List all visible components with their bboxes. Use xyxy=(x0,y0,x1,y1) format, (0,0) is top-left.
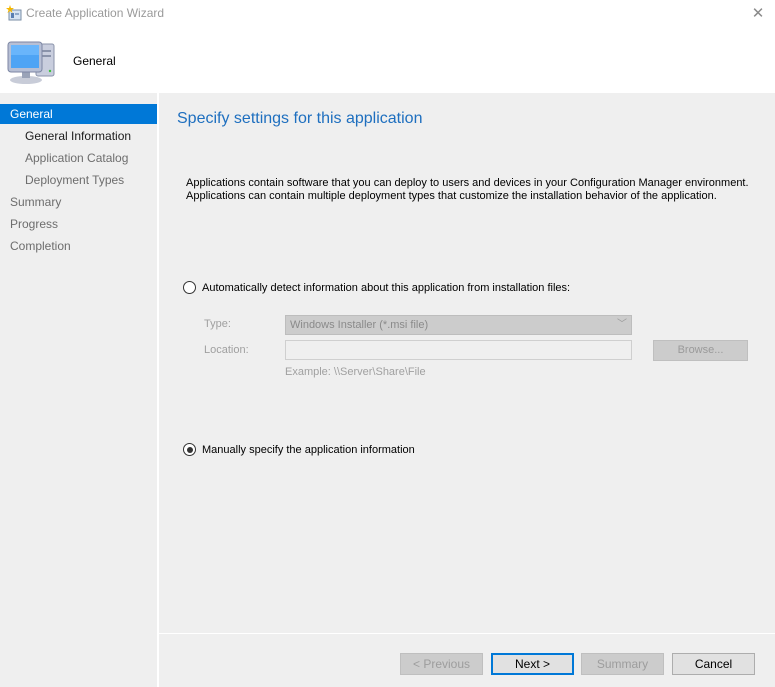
wizard-nav: General General Information Application … xyxy=(0,93,157,687)
auto-detect-radio[interactable] xyxy=(183,281,196,294)
manual-label: Manually specify the application informa… xyxy=(202,443,415,456)
manual-radio[interactable] xyxy=(183,443,196,456)
nav-item-general-information[interactable]: General Information xyxy=(0,126,157,146)
nav-item-progress[interactable]: Progress xyxy=(0,214,157,234)
page-heading: Specify settings for this application xyxy=(177,110,423,127)
wizard-header: General xyxy=(0,28,775,93)
close-button[interactable]: ✕ xyxy=(748,4,768,24)
nav-item-completion[interactable]: Completion xyxy=(0,236,157,256)
description-line-1: Applications contain software that you c… xyxy=(186,177,749,189)
location-example: Example: \\Server\Share\File xyxy=(285,366,426,378)
title-bar: Create Application Wizard ✕ xyxy=(0,0,775,28)
wizard-app-icon xyxy=(6,5,22,21)
auto-detect-option[interactable]: Automatically detect information about t… xyxy=(183,281,570,294)
type-select[interactable]: Windows Installer (*.msi file) ﹀ xyxy=(285,315,632,335)
type-label: Type: xyxy=(204,318,231,330)
nav-item-application-catalog[interactable]: Application Catalog xyxy=(0,148,157,168)
nav-item-summary[interactable]: Summary xyxy=(0,192,157,212)
manual-option[interactable]: Manually specify the application informa… xyxy=(183,443,415,456)
computer-icon xyxy=(7,41,55,84)
page-name: General xyxy=(73,54,116,68)
description: Applications contain software that you c… xyxy=(186,177,749,203)
browse-button[interactable]: Browse... xyxy=(653,340,748,361)
type-select-value: Windows Installer (*.msi file) xyxy=(290,319,429,331)
window-title: Create Application Wizard xyxy=(26,6,165,20)
next-button[interactable]: Next > xyxy=(491,653,574,675)
summary-button[interactable]: Summary xyxy=(581,653,664,675)
location-label: Location: xyxy=(204,344,249,356)
wizard-footer: < Previous Next > Summary Cancel xyxy=(159,634,775,687)
cancel-button[interactable]: Cancel xyxy=(672,653,755,675)
location-input[interactable] xyxy=(285,340,632,360)
nav-item-deployment-types[interactable]: Deployment Types xyxy=(0,170,157,190)
chevron-down-icon: ﹀ xyxy=(617,319,627,330)
previous-button[interactable]: < Previous xyxy=(400,653,483,675)
description-line-2: Applications can contain multiple deploy… xyxy=(186,190,717,202)
auto-detect-label: Automatically detect information about t… xyxy=(202,281,571,294)
content-panel: Specify settings for this application Ap… xyxy=(159,93,775,633)
close-icon: ✕ xyxy=(751,5,765,22)
nav-item-general[interactable]: General xyxy=(0,104,157,124)
